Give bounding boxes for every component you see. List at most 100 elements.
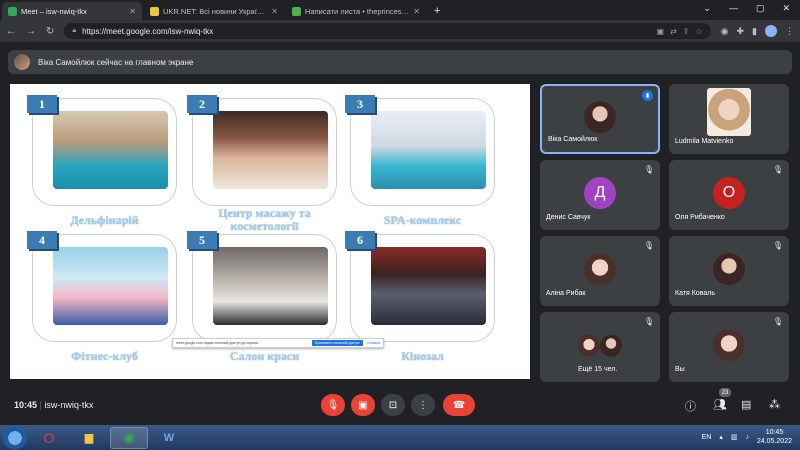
forward-icon[interactable]: → xyxy=(26,26,36,37)
mic-off-icon: 🎙︎ xyxy=(643,317,654,326)
translate-icon[interactable]: ⇄ xyxy=(670,27,677,36)
card-caption: SPA-комплекс xyxy=(383,213,462,227)
camera-toggle-button[interactable]: ▣ xyxy=(351,394,375,416)
word-app[interactable]: W xyxy=(150,427,188,449)
presentation-stage: 1 Дельфінарій 2 Центр масажу та косметол… xyxy=(10,84,530,379)
camera-icon[interactable]: ▣ xyxy=(657,27,665,36)
slide-card-2: 2 Центр масажу та косметології xyxy=(187,95,337,233)
reload-icon[interactable]: ↻ xyxy=(46,26,54,37)
chevron-down-icon[interactable]: ⌄ xyxy=(703,3,711,14)
start-button[interactable] xyxy=(2,426,28,449)
salon-photo xyxy=(213,247,328,325)
mail-favicon-icon xyxy=(292,6,301,16)
avatar xyxy=(713,329,745,362)
avatar xyxy=(578,334,600,357)
massage-photo xyxy=(213,111,328,189)
clock[interactable]: 10:45 24.05.2022 xyxy=(757,428,792,446)
card-caption: Дельфінарій xyxy=(70,213,139,227)
menu-icon[interactable]: ⋮ xyxy=(785,26,794,37)
address-bar[interactable]: 🔒︎ https://meet.google.com/isw-nwiq-tkx … xyxy=(64,23,711,39)
chrome-icon: ◉ xyxy=(122,429,136,445)
screen-share-toast: meet.google.com надає спільний доступ до… xyxy=(172,338,384,348)
present-icon: ⊡ xyxy=(388,399,398,411)
avatar: Д xyxy=(584,177,616,210)
participant-tile[interactable]: 🎙︎ Аліна Рибак xyxy=(540,236,660,306)
mic-toggle-button[interactable]: 🎙︎ xyxy=(321,394,345,416)
activities-icon[interactable]: ⁂ xyxy=(769,398,780,411)
self-tile[interactable]: 🎙︎ Вы xyxy=(669,312,789,382)
card-number: 1 xyxy=(27,95,57,113)
participant-video xyxy=(707,88,751,136)
tab-meet[interactable]: Meet – isw-nwiq-tkx ✕ xyxy=(2,2,142,20)
close-window-icon[interactable]: ✕ xyxy=(782,3,790,14)
folder-icon: ▆ xyxy=(84,432,94,444)
extensions-area: ◉ ✚ ▮ ⋮ xyxy=(721,25,794,37)
mic-off-icon: 🎙︎ xyxy=(326,399,340,411)
lock-icon[interactable]: 🔒︎ xyxy=(72,27,76,35)
participant-name: Оля Рибаченко xyxy=(675,214,725,221)
card-number: 3 xyxy=(345,95,375,113)
participant-name: Ludmila Matvienko xyxy=(675,138,734,145)
star-icon[interactable]: ☆ xyxy=(695,27,702,36)
tab-mail[interactable]: Написати листа • theprincess@ ✕ xyxy=(286,2,426,20)
dolphin-photo xyxy=(53,111,168,189)
slide-card-4: 4 Фітнес-клуб xyxy=(27,231,177,363)
mic-off-icon: 🎙︎ xyxy=(772,241,783,250)
card-caption: Кінозал xyxy=(401,349,444,363)
avatar xyxy=(584,253,616,286)
volume-icon[interactable]: ♪ xyxy=(745,434,749,441)
share-icon[interactable]: ⇪ xyxy=(683,27,690,36)
speaking-icon: ▮ xyxy=(642,90,653,101)
browser-tab-bar: Meet – isw-nwiq-tkx ✕ UKR.NET: Всі новин… xyxy=(0,0,800,20)
more-participants-tile[interactable]: 🎙︎ Ещё 15 чел. xyxy=(540,312,660,382)
system-tray: EN ▴ ▥ ♪ 10:45 24.05.2022 xyxy=(702,428,792,446)
word-icon: W xyxy=(163,431,175,444)
cinema-photo xyxy=(371,247,486,325)
present-button[interactable]: ⊡ xyxy=(381,394,405,416)
puzzle-icon[interactable]: ✚ xyxy=(737,26,745,37)
participant-tile[interactable]: Ludmila Matvienko xyxy=(669,84,789,154)
participant-name: Аліна Рибак xyxy=(546,290,586,297)
close-tab-icon[interactable]: ✕ xyxy=(271,7,278,16)
maximize-icon[interactable]: ▢ xyxy=(756,3,765,14)
meeting-code: isw-nwiq-tkx xyxy=(44,400,94,410)
network-icon[interactable]: ▥ xyxy=(731,433,738,441)
tab-title: Meet – isw-nwiq-tkx xyxy=(21,6,87,16)
chat-icon[interactable]: ▤ xyxy=(741,398,751,411)
participant-name: Денис Савчук xyxy=(546,214,591,221)
language-indicator[interactable]: EN xyxy=(702,434,712,441)
people-icon[interactable]: 👥︎ xyxy=(713,398,727,411)
meeting-time: 10:45 xyxy=(14,400,38,410)
info-icon[interactable]: ⓘ xyxy=(685,398,696,414)
people-count-badge: 23 xyxy=(719,388,731,397)
close-tab-icon[interactable]: ✕ xyxy=(413,7,420,16)
chrome-app[interactable]: ◉ xyxy=(110,426,148,449)
participant-tile[interactable]: Д 🎙︎ Денис Савчук xyxy=(540,160,660,230)
back-icon[interactable]: ← xyxy=(6,26,16,37)
avatar xyxy=(713,253,745,286)
explorer-app[interactable]: ▆ xyxy=(70,427,108,449)
card-caption: Центр масажу та косметології xyxy=(218,206,311,233)
participant-tile[interactable]: 🎙︎ Катя Коваль xyxy=(669,236,789,306)
spa-photo xyxy=(371,111,486,189)
close-tab-icon[interactable]: ✕ xyxy=(129,7,136,16)
more-options-button[interactable]: ⋮ xyxy=(411,394,435,416)
sidepanel-icon[interactable]: ▮ xyxy=(752,26,757,37)
minimize-icon[interactable]: — xyxy=(729,3,738,14)
opera-app[interactable]: O xyxy=(30,427,68,449)
new-tab-icon[interactable]: + xyxy=(434,2,440,20)
leave-call-button[interactable]: ☎︎ xyxy=(443,394,475,416)
stop-sharing-button[interactable]: Припинити спільний доступ xyxy=(311,340,363,346)
profile-avatar[interactable] xyxy=(765,25,777,37)
tray-arrow-icon[interactable]: ▴ xyxy=(719,433,723,441)
participant-name: Ещё 15 чел. xyxy=(578,366,618,373)
slide-card-5: 5 Салон краси xyxy=(187,231,337,363)
tab-ukrnet[interactable]: UKR.NET: Всі новини України, о ✕ xyxy=(144,2,284,20)
participant-tile[interactable]: ▮ Віка Самойлюк xyxy=(540,84,660,154)
avatar: О xyxy=(713,177,745,210)
hide-link[interactable]: Сховати xyxy=(367,341,380,345)
participant-tile[interactable]: О 🎙︎ Оля Рибаченко xyxy=(669,160,789,230)
card-number: 5 xyxy=(187,231,217,249)
clock-date: 24.05.2022 xyxy=(756,438,792,445)
extension-icon[interactable]: ◉ xyxy=(721,26,729,37)
